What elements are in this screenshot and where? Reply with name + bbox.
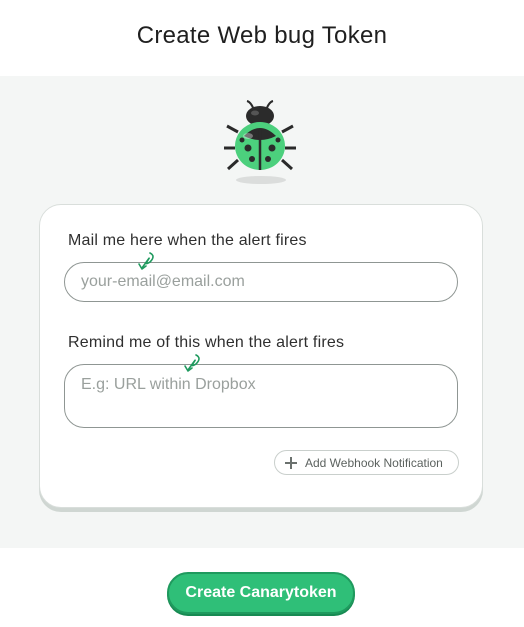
create-canarytoken-button[interactable]: Create Canarytoken — [167, 572, 355, 614]
email-label: Mail me here when the alert fires — [68, 232, 307, 249]
curly-arrow-icon — [184, 354, 200, 372]
page-header: Create Web bug Token — [0, 0, 524, 76]
page-title: Create Web bug Token — [136, 22, 388, 49]
plus-icon — [285, 456, 297, 469]
add-webhook-button[interactable]: Add Webhook Notification — [274, 450, 459, 475]
curly-arrow-icon — [138, 252, 154, 270]
add-webhook-label: Add Webhook Notification — [305, 455, 443, 470]
memo-label: Remind me of this when the alert fires — [68, 334, 345, 351]
ladybug-icon — [218, 96, 302, 188]
email-field[interactable] — [64, 262, 458, 302]
memo-field[interactable] — [64, 364, 458, 428]
